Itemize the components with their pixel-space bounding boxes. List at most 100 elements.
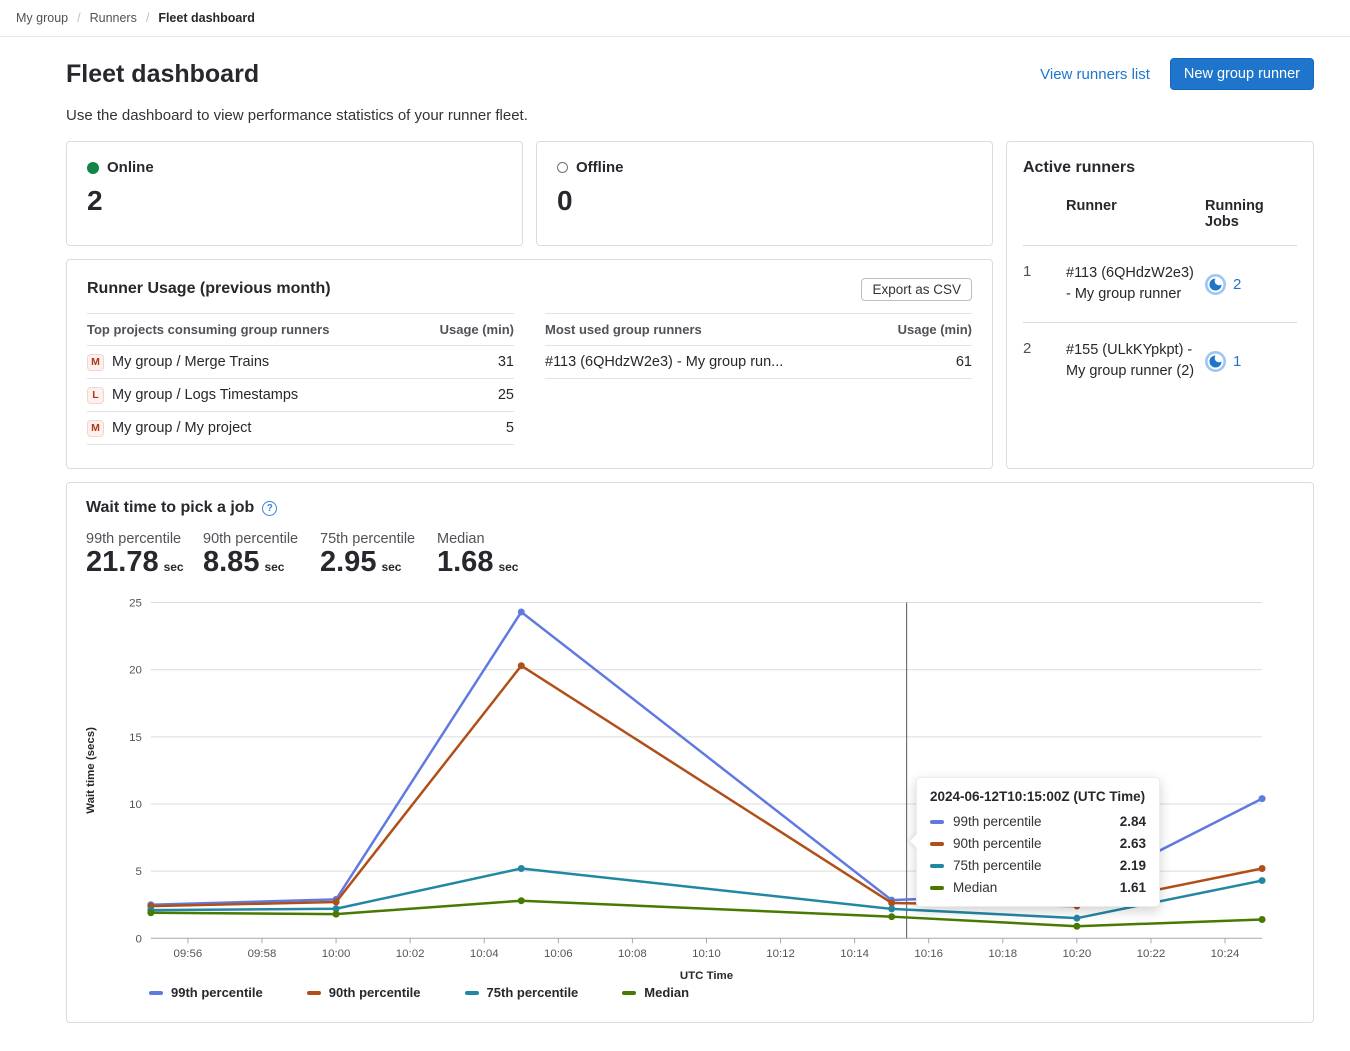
svg-text:10: 10 [129,799,142,811]
tooltip-row: 99th percentile 2.84 [930,814,1146,829]
tooltip-series-value: 1.61 [1120,880,1146,895]
svg-text:10:22: 10:22 [1137,948,1166,960]
legend-item-median[interactable]: Median [622,985,689,1000]
offline-card-header: Offline [557,159,972,176]
runner-usage-header: Runner Usage (previous month) Export as … [87,275,972,303]
offline-label: Offline [576,159,624,176]
runner-rank: 2 [1023,340,1066,382]
legend-marker [465,991,479,995]
tooltip-series-marker [930,864,944,868]
legend-item-75th-percentile[interactable]: 75th percentile [465,985,579,1000]
svg-text:25: 25 [129,598,142,610]
usage-value: 61 [956,354,972,370]
chart-tooltip: 2024-06-12T10:15:00Z (UTC Time) 99th per… [916,777,1160,907]
tooltip-series-marker [930,842,944,846]
table-row: L My group / Logs Timestamps 25 [87,379,514,412]
project-avatar: M [87,420,104,437]
svg-text:5: 5 [135,866,141,878]
svg-text:10:12: 10:12 [766,948,795,960]
usage-value: 5 [506,420,514,436]
tooltip-series-value: 2.84 [1120,814,1146,829]
top-projects-name-header: Top projects consuming group runners [87,322,329,337]
legend-marker [307,991,321,995]
view-runners-list-link[interactable]: View runners list [1040,66,1150,83]
runner-link[interactable]: #155 (ULkKYpkpt) - My group runner (2) [1066,340,1205,382]
new-group-runner-button[interactable]: New group runner [1170,58,1314,90]
running-jobs-count[interactable]: 1 [1233,353,1241,370]
svg-text:10:18: 10:18 [988,948,1017,960]
tooltip-row: 75th percentile 2.19 [930,858,1146,873]
tooltip-series-label: 99th percentile [953,814,1042,829]
legend-label: 75th percentile [487,985,579,1000]
legend-item-99th-percentile[interactable]: 99th percentile [149,985,263,1000]
tooltip-series-marker [930,886,944,890]
most-used-runners-name-header: Most used group runners [545,322,702,337]
tooltip-row: 90th percentile 2.63 [930,836,1146,851]
runner-usage-card: Runner Usage (previous month) Export as … [66,259,993,469]
breadcrumb-item-current: Fleet dashboard [158,11,255,25]
table-row: 1 #113 (6QHdzW2e3) - My group runner 2 [1023,246,1297,323]
table-row: M My group / Merge Trains 31 [87,346,514,379]
project-link[interactable]: My group / Logs Timestamps [112,387,298,403]
online-runners-card: Online 2 [66,141,523,246]
svg-text:10:02: 10:02 [396,948,425,960]
dashboard-left-column: Online 2 Offline 0 Runner Usage (previou… [66,141,993,469]
tooltip-series-label: 75th percentile [953,858,1042,873]
active-runners-table-header: Runner Running Jobs [1023,198,1297,246]
svg-text:20: 20 [129,665,142,677]
chart-legend: 99th percentile 90th percentile 75th per… [149,985,689,1000]
export-csv-button[interactable]: Export as CSV [861,278,972,301]
project-avatar: M [87,354,104,371]
svg-text:UTC Time: UTC Time [680,970,733,982]
running-jobs-column-header: Running Jobs [1205,198,1297,230]
offline-status-icon [557,162,568,173]
svg-text:09:56: 09:56 [174,948,203,960]
tooltip-series-label: Median [953,880,997,895]
svg-text:Wait time (secs): Wait time (secs) [85,727,97,814]
svg-text:10:08: 10:08 [618,948,647,960]
breadcrumb-item-runners[interactable]: Runners [90,11,137,25]
runner-usage-title: Runner Usage (previous month) [87,280,331,298]
svg-text:10:10: 10:10 [692,948,721,960]
breadcrumb-item-my-group[interactable]: My group [16,11,68,25]
header-actions: View runners list New group runner [1040,58,1314,90]
offline-count: 0 [557,185,972,217]
runner-link[interactable]: #113 (6QHdzW2e3) - My group run... [545,354,783,370]
project-link[interactable]: My group / Merge Trains [112,354,269,370]
project-avatar: L [87,387,104,404]
svg-text:10:06: 10:06 [544,948,573,960]
top-projects-table-header: Top projects consuming group runners Usa… [87,313,514,346]
page-header: Fleet dashboard View runners list New gr… [66,58,1314,90]
runner-link[interactable]: #113 (6QHdzW2e3) - My group runner [1066,263,1205,305]
dashboard-grid: Online 2 Offline 0 Runner Usage (previou… [66,141,1314,469]
legend-marker [149,991,163,995]
legend-marker [622,991,636,995]
main-content: Fleet dashboard View runners list New gr… [66,58,1314,1023]
legend-label: Median [644,985,689,1000]
svg-text:10:16: 10:16 [914,948,943,960]
running-jobs-count[interactable]: 2 [1233,276,1241,293]
most-used-runners-usage-header: Usage (min) [898,322,972,337]
tooltip-series-value: 2.63 [1120,836,1146,851]
online-count: 2 [87,185,502,217]
active-runners-table: Runner Running Jobs 1 #113 (6QHdzW2e3) -… [1023,198,1297,399]
project-link[interactable]: My group / My project [112,420,251,436]
usage-value: 31 [498,354,514,370]
runner-column-header: Runner [1066,198,1205,230]
svg-text:10:04: 10:04 [470,948,499,960]
breadcrumb-separator: / [146,11,149,25]
wait-time-chart[interactable]: 051015202509:5609:5810:0010:0210:0410:06… [67,483,1313,1022]
page-title: Fleet dashboard [66,60,259,89]
table-row: M My group / My project 5 [87,412,514,445]
tooltip-series-label: 90th percentile [953,836,1042,851]
online-card-header: Online [87,159,502,176]
page-description: Use the dashboard to view performance st… [66,107,1314,124]
tooltip-series-marker [930,820,944,824]
active-runners-card: Active runners Runner Running Jobs 1 #11… [1006,141,1314,469]
legend-item-90th-percentile[interactable]: 90th percentile [307,985,421,1000]
offline-runners-card: Offline 0 [536,141,993,246]
active-runners-title: Active runners [1023,159,1297,177]
top-projects-usage-header: Usage (min) [440,322,514,337]
status-cards-row: Online 2 Offline 0 [66,141,993,246]
running-status-icon [1205,274,1226,295]
